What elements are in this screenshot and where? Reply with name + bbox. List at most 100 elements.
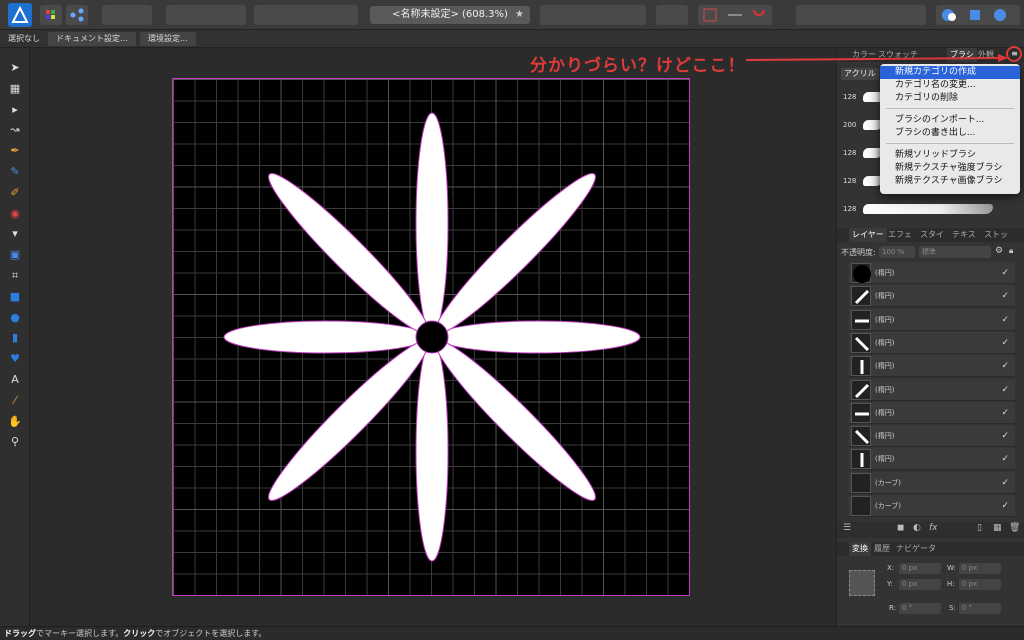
new-intensity-brush-item[interactable]: 新規テクスチャ強度ブラシ bbox=[880, 162, 1020, 175]
unsaved-star-icon: ★ bbox=[515, 9, 524, 20]
new-solid-brush-item[interactable]: 新規ソリッドブラシ bbox=[880, 149, 1020, 162]
visibility-checkbox[interactable]: ✓ bbox=[1001, 355, 1009, 377]
context-toolbar: 選択なし ドキュメント設定... 環境設定... bbox=[0, 30, 1024, 48]
document-title[interactable]: <名称未設定> (608.3%) ★ bbox=[370, 6, 530, 24]
tab-layers[interactable]: レイヤー bbox=[849, 228, 887, 242]
layer-row[interactable]: (楕円) ✓ bbox=[849, 285, 1015, 308]
visibility-checkbox[interactable]: ✓ bbox=[1001, 472, 1009, 494]
tab-effects[interactable]: エフェ bbox=[885, 228, 915, 242]
hand-tool-icon[interactable]: ✋ bbox=[6, 414, 24, 430]
export-persona-icon[interactable] bbox=[66, 5, 88, 25]
layer-name: (楕円) bbox=[875, 432, 895, 441]
designer-persona-icon[interactable] bbox=[8, 3, 32, 27]
add-layer-icon[interactable]: ▯ bbox=[977, 523, 982, 533]
place-image-icon[interactable]: ▣ bbox=[6, 247, 24, 263]
anchor-selector[interactable] bbox=[849, 570, 875, 596]
tab-navigator[interactable]: ナビゲータ bbox=[893, 542, 939, 556]
corner-tool-icon[interactable]: ↝ bbox=[6, 122, 24, 138]
layer-row[interactable]: (楕円) ✓ bbox=[849, 378, 1015, 401]
tab-transform[interactable]: 変換 bbox=[849, 542, 871, 556]
vector-brush-icon[interactable]: ✐ bbox=[6, 185, 24, 201]
fx-icon[interactable]: fx bbox=[929, 523, 938, 533]
document-settings-button[interactable]: ドキュメント設定... bbox=[48, 32, 136, 46]
opacity-label: 不透明度: bbox=[841, 248, 876, 257]
import-brushes-item[interactable]: ブラシのインポート... bbox=[880, 114, 1020, 127]
add-group-icon[interactable]: ▦ bbox=[993, 523, 1002, 533]
brush-category-select[interactable]: アクリル bbox=[841, 68, 879, 80]
shear-field[interactable]: 0 ° bbox=[959, 603, 1001, 614]
visibility-checkbox[interactable]: ✓ bbox=[1001, 379, 1009, 401]
new-image-brush-item[interactable]: 新規テクスチャ画像ブラシ bbox=[880, 175, 1020, 188]
crop-tool-icon[interactable]: ⌗ bbox=[6, 268, 24, 284]
h-field[interactable]: 0 px bbox=[959, 579, 1001, 590]
pencil-tool-icon[interactable]: ✎ bbox=[6, 164, 24, 180]
layer-row[interactable]: (カーブ) ✓ bbox=[849, 495, 1015, 517]
x-field[interactable]: 0 px bbox=[899, 563, 941, 574]
visibility-checkbox[interactable]: ✓ bbox=[1001, 285, 1009, 307]
layer-row[interactable]: (楕円) ✓ bbox=[849, 425, 1015, 448]
delete-category-item[interactable]: カテゴリの削除 bbox=[880, 92, 1020, 105]
delete-layer-icon[interactable]: 🗑︎ bbox=[1009, 523, 1020, 533]
brush-size: 128 bbox=[843, 93, 857, 101]
layer-thumbnail bbox=[851, 263, 871, 283]
layer-row[interactable]: (楕円) ✓ bbox=[849, 355, 1015, 378]
opacity-field[interactable]: 100 % bbox=[879, 246, 915, 258]
heart-shape-icon[interactable]: ♥ bbox=[6, 351, 24, 367]
pixel-persona-icon[interactable] bbox=[40, 5, 62, 25]
tab-text-styles[interactable]: テキス bbox=[949, 228, 979, 242]
lock-icon[interactable]: 🔒︎ bbox=[1009, 246, 1013, 256]
export-brushes-item[interactable]: ブラシの書き出し... bbox=[880, 127, 1020, 140]
new-category-item[interactable]: 新規カテゴリの作成 bbox=[880, 66, 1020, 79]
layer-stack-icon[interactable]: ☰ bbox=[843, 523, 851, 533]
layer-thumbnail bbox=[851, 332, 871, 353]
w-field[interactable]: 0 px bbox=[959, 563, 1001, 574]
transparency-tool-icon[interactable]: ▾ bbox=[6, 226, 24, 242]
visibility-checkbox[interactable]: ✓ bbox=[1001, 402, 1009, 424]
visibility-checkbox[interactable]: ✓ bbox=[1001, 262, 1009, 284]
move-tool-icon[interactable]: ➤ bbox=[6, 60, 24, 76]
rounded-rect-icon[interactable]: ▮ bbox=[6, 330, 24, 346]
layer-settings-icon[interactable]: ⚙ bbox=[995, 246, 1003, 256]
layer-row[interactable]: (楕円) ✓ bbox=[849, 308, 1015, 331]
node-tool-icon[interactable]: ▸ bbox=[6, 102, 24, 118]
tab-history[interactable]: 履歴 bbox=[871, 542, 893, 556]
artboard-tool-icon[interactable]: ▦ bbox=[6, 81, 24, 97]
panel-menu-icon[interactable]: ≡ bbox=[1010, 50, 1019, 58]
pen-tool-icon[interactable]: ✒ bbox=[6, 143, 24, 159]
brush-item[interactable]: 128 bbox=[837, 198, 1024, 222]
zoom-tool-icon[interactable]: ⚲ bbox=[6, 434, 24, 450]
visibility-checkbox[interactable]: ✓ bbox=[1001, 309, 1009, 331]
layer-row[interactable]: (楕円) ✓ bbox=[849, 448, 1015, 471]
ellipse-tool-icon[interactable]: ● bbox=[6, 310, 24, 326]
y-field[interactable]: 0 px bbox=[899, 579, 941, 590]
adjustment-icon[interactable]: ◐ bbox=[913, 523, 921, 533]
text-tool-icon[interactable]: A bbox=[6, 372, 24, 388]
petal-diag-bottom-right bbox=[434, 339, 596, 501]
layer-row[interactable]: (楕円) ✓ bbox=[849, 401, 1015, 424]
preferences-button[interactable]: 環境設定... bbox=[140, 32, 196, 46]
align-tools bbox=[656, 5, 688, 25]
r-label: R: bbox=[889, 604, 897, 612]
flower-shape[interactable] bbox=[173, 79, 691, 597]
arrange-tools bbox=[254, 5, 358, 25]
rectangle-tool-icon[interactable]: ■ bbox=[6, 289, 24, 305]
rename-category-item[interactable]: カテゴリ名の変更... bbox=[880, 79, 1020, 92]
visibility-checkbox[interactable]: ✓ bbox=[1001, 425, 1009, 447]
layer-row[interactable]: (カーブ) ✓ bbox=[849, 471, 1015, 494]
tab-stock[interactable]: ストッ bbox=[981, 228, 1011, 242]
tab-styles[interactable]: スタイ bbox=[917, 228, 947, 242]
canvas-area[interactable] bbox=[30, 48, 836, 626]
blend-mode-select[interactable]: 標準 bbox=[919, 246, 991, 258]
layer-row[interactable]: (楕円) ✓ bbox=[849, 262, 1015, 284]
visibility-checkbox[interactable]: ✓ bbox=[1001, 448, 1009, 470]
visibility-checkbox[interactable]: ✓ bbox=[1001, 332, 1009, 354]
rotation-field[interactable]: 0 ° bbox=[899, 603, 941, 614]
color-picker-icon[interactable]: ⁄ bbox=[6, 393, 24, 409]
petal-horizontal-right bbox=[435, 320, 641, 354]
fill-tool-icon[interactable]: ◉ bbox=[6, 206, 24, 222]
layer-row[interactable]: (楕円) ✓ bbox=[849, 331, 1015, 354]
artboard[interactable] bbox=[172, 78, 690, 596]
snapping-tools bbox=[698, 5, 772, 25]
mask-icon[interactable]: ◼ bbox=[897, 523, 904, 533]
visibility-checkbox[interactable]: ✓ bbox=[1001, 495, 1009, 517]
